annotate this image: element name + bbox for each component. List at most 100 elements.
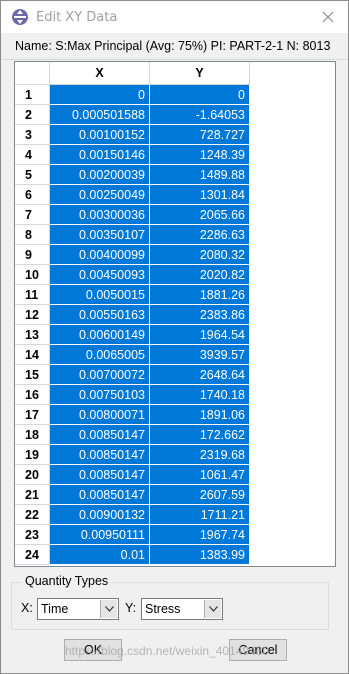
chevron-down-icon[interactable]: [204, 600, 221, 618]
y-value-cell[interactable]: 1967.74: [149, 524, 250, 545]
y-value-cell[interactable]: 2607.59: [149, 484, 250, 505]
row-number-cell[interactable]: 14: [15, 344, 50, 365]
table-row[interactable]: 21 0.00850147 2607.59: [15, 484, 250, 505]
row-number-cell[interactable]: 20: [15, 464, 50, 485]
y-value-cell[interactable]: 1061.47: [149, 464, 250, 485]
table-row[interactable]: 13 0.00600149 1964.54: [15, 324, 250, 345]
row-number-cell[interactable]: 15: [15, 364, 50, 385]
row-number-cell[interactable]: 2: [15, 104, 50, 125]
x-value-cell[interactable]: 0.01: [49, 544, 150, 565]
table-row[interactable]: 18 0.00850147 172.662: [15, 424, 250, 445]
table-row[interactable]: 20 0.00850147 1061.47: [15, 464, 250, 485]
table-row[interactable]: 7 0.00300036 2065.66: [15, 204, 250, 225]
table-row[interactable]: 10 0.00450093 2020.82: [15, 264, 250, 285]
table-row[interactable]: 14 0.0065005 3939.57: [15, 344, 250, 365]
table-row[interactable]: 17 0.00800071 1891.06: [15, 404, 250, 425]
x-value-cell[interactable]: 0.00850147: [49, 484, 150, 505]
chevron-down-icon[interactable]: [100, 600, 117, 618]
row-number-cell[interactable]: 16: [15, 384, 50, 405]
close-icon[interactable]: [314, 3, 342, 31]
y-value-cell[interactable]: 2319.68: [149, 444, 250, 465]
y-value-cell[interactable]: 3939.57: [149, 344, 250, 365]
x-value-cell[interactable]: 0.00850147: [49, 424, 150, 445]
y-value-cell[interactable]: 2080.32: [149, 244, 250, 265]
table-row[interactable]: 2 0.000501588 -1.64053: [15, 104, 250, 125]
y-value-cell[interactable]: 2648.64: [149, 364, 250, 385]
y-value-cell[interactable]: 1881.26: [149, 284, 250, 305]
row-number-cell[interactable]: 17: [15, 404, 50, 425]
y-value-cell[interactable]: 1711.21: [149, 504, 250, 525]
x-value-cell[interactable]: 0.00250049: [49, 184, 150, 205]
x-value-cell[interactable]: 0.00150146: [49, 144, 150, 165]
x-value-cell[interactable]: 0.00300036: [49, 204, 150, 225]
row-number-cell[interactable]: 22: [15, 504, 50, 525]
x-value-cell[interactable]: 0.00850147: [49, 444, 150, 465]
table-row[interactable]: 12 0.00550163 2383.86: [15, 304, 250, 325]
table-row[interactable]: 3 0.00100152 728.727: [15, 124, 250, 145]
x-value-cell[interactable]: 0.00100152: [49, 124, 150, 145]
row-number-cell[interactable]: 6: [15, 184, 50, 205]
row-number-cell[interactable]: 18: [15, 424, 50, 445]
x-value-cell[interactable]: 0.0065005: [49, 344, 150, 365]
x-value-cell[interactable]: 0.00750103: [49, 384, 150, 405]
x-value-cell[interactable]: 0.00850147: [49, 464, 150, 485]
y-value-cell[interactable]: 0: [149, 84, 250, 105]
row-number-cell[interactable]: 13: [15, 324, 50, 345]
column-header-x[interactable]: X: [49, 62, 150, 85]
row-number-cell[interactable]: 7: [15, 204, 50, 225]
table-row[interactable]: 16 0.00750103 1740.18: [15, 384, 250, 405]
row-number-cell[interactable]: 8: [15, 224, 50, 245]
y-value-cell[interactable]: 728.727: [149, 124, 250, 145]
y-value-cell[interactable]: -1.64053: [149, 104, 250, 125]
y-value-cell[interactable]: 2020.82: [149, 264, 250, 285]
table-row[interactable]: 19 0.00850147 2319.68: [15, 444, 250, 465]
x-value-cell[interactable]: 0.00350107: [49, 224, 150, 245]
y-value-cell[interactable]: 2286.63: [149, 224, 250, 245]
x-value-cell[interactable]: 0.000501588: [49, 104, 150, 125]
table-row[interactable]: 22 0.00900132 1711.21: [15, 504, 250, 525]
x-value-cell[interactable]: 0.00900132: [49, 504, 150, 525]
row-number-cell[interactable]: 19: [15, 444, 50, 465]
table-row[interactable]: 6 0.00250049 1301.84: [15, 184, 250, 205]
xy-data-table[interactable]: X Y 1 0 0 2 0.000501588 -1.64053 3 0.00100152 72…: [14, 61, 336, 567]
y-value-cell[interactable]: 2383.86: [149, 304, 250, 325]
x-quantity-select[interactable]: Time: [37, 598, 119, 620]
table-corner-cell[interactable]: [15, 62, 50, 85]
row-number-cell[interactable]: 11: [15, 284, 50, 305]
y-value-cell[interactable]: 1891.06: [149, 404, 250, 425]
row-number-cell[interactable]: 1: [15, 84, 50, 105]
y-value-cell[interactable]: 1740.18: [149, 384, 250, 405]
table-row[interactable]: 24 0.01 1383.99: [15, 544, 250, 565]
x-value-cell[interactable]: 0.0050015: [49, 284, 150, 305]
x-value-cell[interactable]: 0.00800071: [49, 404, 150, 425]
y-quantity-select[interactable]: Stress: [141, 598, 223, 620]
x-value-cell[interactable]: 0.00200039: [49, 164, 150, 185]
table-row[interactable]: 9 0.00400099 2080.32: [15, 244, 250, 265]
column-header-y[interactable]: Y: [149, 62, 250, 85]
x-value-cell[interactable]: 0.00950111: [49, 524, 150, 545]
y-value-cell[interactable]: 2065.66: [149, 204, 250, 225]
x-value-cell[interactable]: 0: [49, 84, 150, 105]
row-number-cell[interactable]: 5: [15, 164, 50, 185]
y-value-cell[interactable]: 1489.88: [149, 164, 250, 185]
x-value-cell[interactable]: 0.00550163: [49, 304, 150, 325]
y-value-cell[interactable]: 1301.84: [149, 184, 250, 205]
y-value-cell[interactable]: 172.662: [149, 424, 250, 445]
table-row[interactable]: 5 0.00200039 1489.88: [15, 164, 250, 185]
y-value-cell[interactable]: 1383.99: [149, 544, 250, 565]
row-number-cell[interactable]: 21: [15, 484, 50, 505]
x-value-cell[interactable]: 0.00400099: [49, 244, 150, 265]
row-number-cell[interactable]: 4: [15, 144, 50, 165]
table-row[interactable]: 11 0.0050015 1881.26: [15, 284, 250, 305]
x-value-cell[interactable]: 0.00700072: [49, 364, 150, 385]
x-value-cell[interactable]: 0.00600149: [49, 324, 150, 345]
row-number-cell[interactable]: 10: [15, 264, 50, 285]
row-number-cell[interactable]: 23: [15, 524, 50, 545]
table-row[interactable]: 100: [15, 84, 250, 105]
title-bar[interactable]: Edit XY Data: [1, 1, 348, 33]
table-row[interactable]: 23 0.00950111 1967.74: [15, 524, 250, 545]
row-number-cell[interactable]: 3: [15, 124, 50, 145]
y-value-cell[interactable]: 1964.54: [149, 324, 250, 345]
table-row[interactable]: 8 0.00350107 2286.63: [15, 224, 250, 245]
row-number-cell[interactable]: 9: [15, 244, 50, 265]
